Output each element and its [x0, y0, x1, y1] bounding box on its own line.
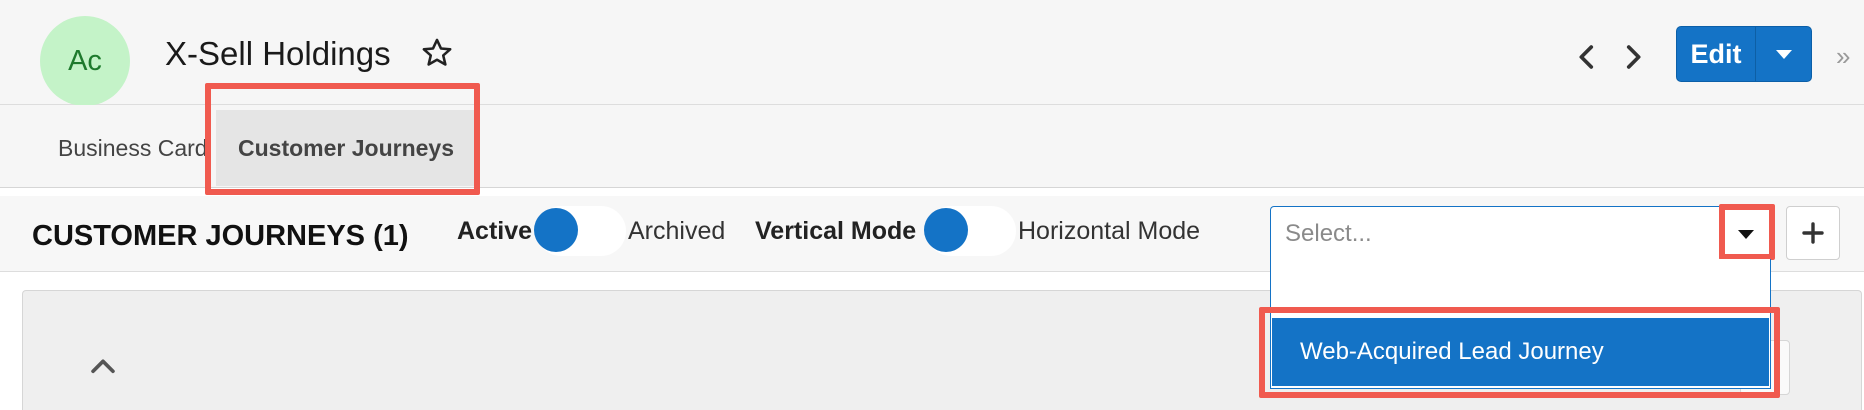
avatar: Ac: [40, 16, 130, 106]
tab-business-card[interactable]: Business Card: [58, 110, 208, 186]
active-archived-toggle[interactable]: [536, 206, 626, 256]
collapse-sidebar-icon[interactable]: »: [1836, 42, 1858, 70]
plus-icon: [1801, 221, 1825, 245]
caret-down-icon: [1774, 48, 1794, 60]
select-dropdown-toggle[interactable]: [1722, 210, 1770, 258]
tab-customer-journeys[interactable]: Customer Journeys: [216, 110, 477, 186]
active-label: Active: [457, 217, 533, 245]
star-icon[interactable]: [420, 36, 454, 70]
add-journey-button[interactable]: [1786, 206, 1840, 260]
caret-down-icon: [1736, 228, 1756, 240]
record-title: X-Sell Holdings: [165, 35, 391, 72]
chevron-right-icon[interactable]: [1616, 40, 1650, 74]
dashlet-title: CUSTOMER JOURNEYS (1): [32, 220, 409, 252]
edit-button-group: Edit: [1676, 26, 1812, 82]
select-placeholder: Select...: [1285, 220, 1372, 247]
chevron-left-icon[interactable]: [1570, 40, 1604, 74]
edit-button[interactable]: Edit: [1677, 27, 1755, 81]
vertical-horizontal-toggle[interactable]: [926, 206, 1016, 256]
tab-label: Customer Journeys: [238, 134, 455, 161]
horizontal-mode-label: Horizontal Mode: [1018, 217, 1201, 245]
avatar-initials: Ac: [68, 44, 102, 77]
tab-label: Business Card: [58, 134, 208, 161]
edit-menu-button[interactable]: [1755, 27, 1811, 81]
chevron-up-icon[interactable]: [86, 350, 120, 384]
dropdown-option[interactable]: Web-Acquired Lead Journey: [1272, 318, 1769, 386]
vertical-mode-label: Vertical Mode: [755, 217, 917, 245]
archived-label: Archived: [628, 217, 726, 245]
